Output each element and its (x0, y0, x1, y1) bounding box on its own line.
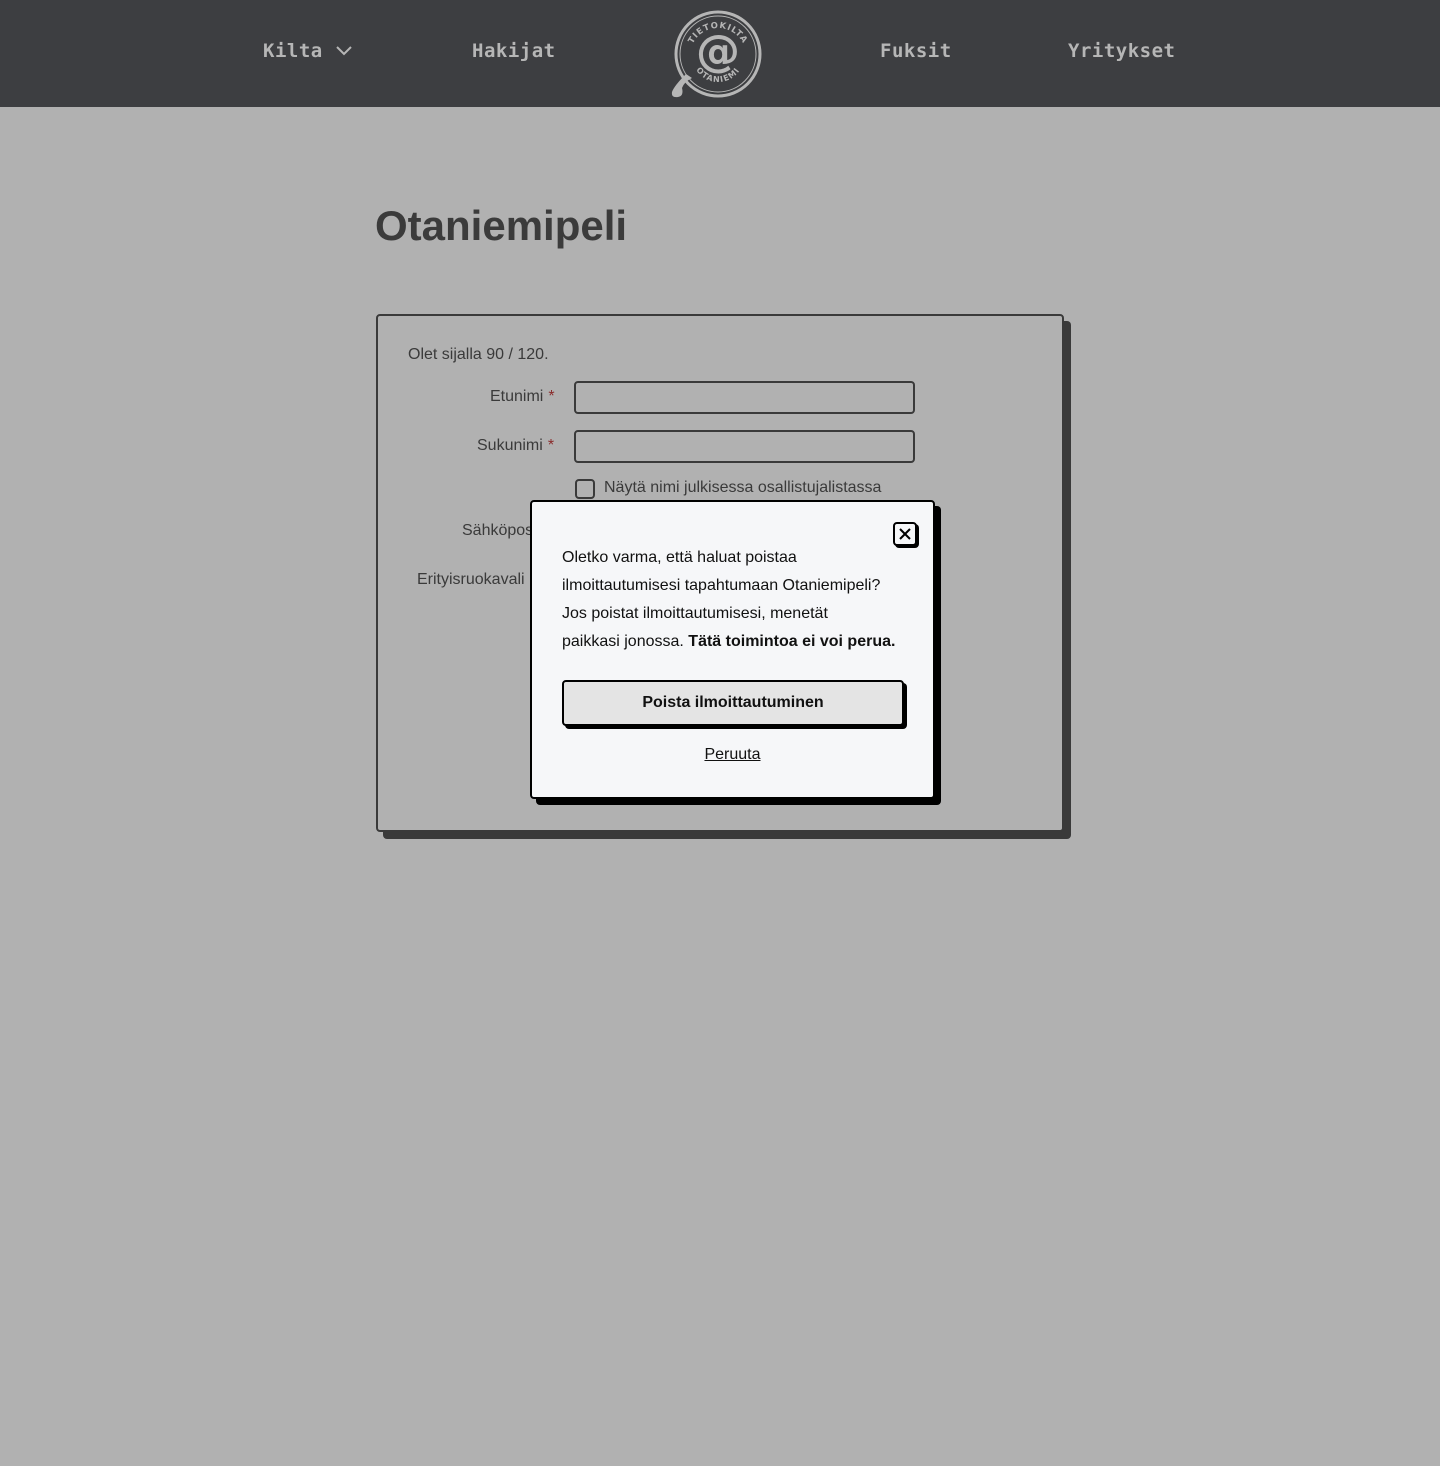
page-title: Otaniemipeli (375, 202, 628, 249)
delete-registration-button[interactable]: Poista ilmoittautuminen (562, 680, 904, 726)
nav-item-kilta[interactable]: Kilta (263, 40, 353, 62)
modal-text-line: ilmoittautumisesi tapahtumaan Otaniemipe… (562, 577, 881, 594)
last-name-input[interactable] (574, 430, 915, 463)
close-button[interactable] (893, 522, 917, 546)
nav-item-label: Fuksit (880, 40, 952, 62)
chevron-down-icon (335, 46, 352, 56)
modal-message: Oletko varma, että haluat poistaa ilmoit… (562, 544, 912, 656)
diet-label: Erityisruokavali (417, 571, 525, 588)
first-name-input[interactable] (574, 381, 915, 414)
public-name-checkbox[interactable] (575, 479, 595, 499)
email-label: Sähköpos (462, 522, 534, 539)
modal-text-line: Jos poistat ilmoittautumisesi, menetät (562, 605, 828, 622)
modal-text-line: paikkasi jonossa. (562, 633, 684, 650)
required-mark: * (548, 388, 555, 405)
nav-item-label: Hakijat (472, 40, 556, 62)
guild-logo[interactable]: @ TIETOKILTA OTANIEMI (668, 8, 768, 100)
modal-text-line: Oletko varma, että haluat poistaa (562, 549, 797, 566)
delete-confirm-modal: Oletko varma, että haluat poistaa ilmoit… (530, 500, 935, 799)
nav-item-hakijat[interactable]: Hakijat (472, 40, 556, 62)
nav-item-label: Kilta (263, 40, 323, 62)
modal-warning-text: Tätä toimintoa ei voi perua. (688, 633, 896, 650)
last-name-label-text: Sukunimi (477, 437, 543, 454)
cancel-link[interactable]: Peruuta (532, 746, 933, 764)
required-mark: * (547, 437, 555, 454)
nav-item-fuksit[interactable]: Fuksit (880, 40, 952, 62)
public-name-checkbox-label: Näytä nimi julkisessa osallistujalistass… (604, 479, 882, 496)
last-name-label: Sukunimi * (477, 437, 554, 455)
top-navbar: Kilta Hakijat @ TIETOKILTA OTANIEMI Fuks… (0, 0, 1440, 107)
first-name-label-text: Etunimi (490, 388, 544, 405)
nav-item-yritykset[interactable]: Yritykset (1068, 40, 1175, 62)
close-icon (899, 528, 911, 540)
nav-item-label: Yritykset (1068, 40, 1176, 62)
first-name-label: Etunimi * (490, 388, 555, 406)
queue-status: Olet sijalla 90 / 120. (408, 346, 549, 363)
tietokilta-logo-icon: @ TIETOKILTA OTANIEMI (671, 10, 762, 98)
